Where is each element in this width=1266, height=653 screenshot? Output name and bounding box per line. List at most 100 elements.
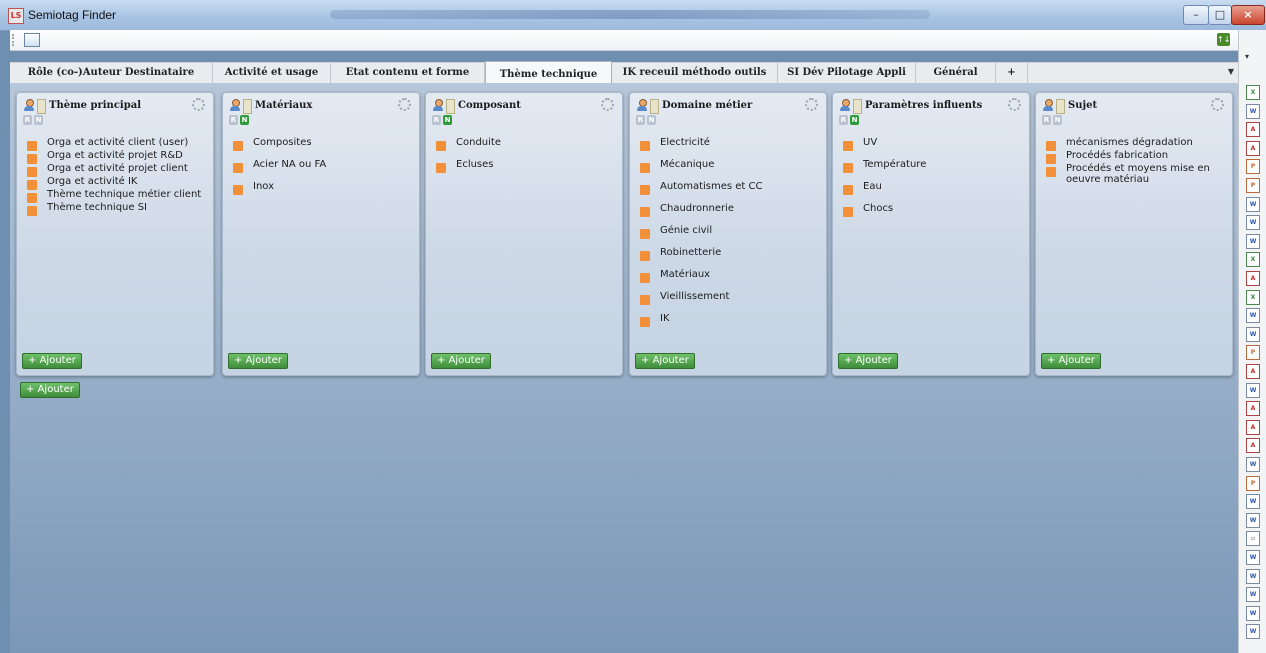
list-item[interactable]: UV bbox=[841, 137, 1021, 151]
add-item-button[interactable]: + Ajouter bbox=[228, 353, 288, 369]
add-item-button[interactable]: + Ajouter bbox=[838, 353, 898, 369]
tab-theme-technique[interactable]: Thème technique bbox=[485, 61, 612, 84]
list-item[interactable]: Matériaux bbox=[638, 269, 818, 283]
word-file-icon[interactable]: W bbox=[1246, 550, 1260, 565]
n-toggle[interactable]: N bbox=[240, 115, 249, 125]
word-file-icon[interactable]: W bbox=[1246, 494, 1260, 510]
pdf-file-icon[interactable]: A bbox=[1246, 401, 1260, 417]
list-item[interactable]: Procédés fabrication bbox=[1044, 150, 1224, 164]
list-item[interactable]: Robinetterie bbox=[638, 247, 818, 261]
list-item[interactable]: Orga et activité client (user) bbox=[25, 137, 205, 151]
column-title: Domaine métier bbox=[662, 100, 753, 111]
list-item[interactable]: Orga et activité IK bbox=[25, 176, 205, 190]
other-file-icon[interactable]: ▫ bbox=[1246, 531, 1260, 547]
tab-ik-receuil[interactable]: IK receuil méthodo outils bbox=[612, 63, 778, 83]
list-item[interactable]: Acier NA ou FA bbox=[231, 159, 411, 173]
add-column-button[interactable]: + Ajouter bbox=[20, 382, 80, 398]
r-toggle[interactable]: R bbox=[1042, 115, 1051, 125]
xls-file-icon[interactable]: X bbox=[1246, 289, 1260, 305]
list-item[interactable]: mécanismes dégradation bbox=[1044, 137, 1224, 151]
pdf-file-icon[interactable]: A bbox=[1246, 140, 1260, 156]
ppt-file-icon[interactable]: P bbox=[1246, 159, 1260, 175]
list-item[interactable]: Thème technique SI bbox=[25, 202, 205, 216]
word-file-icon[interactable]: W bbox=[1246, 103, 1260, 119]
tab-si-dev[interactable]: SI Dév Pilotage Appli bbox=[778, 63, 916, 83]
add-item-button[interactable]: + Ajouter bbox=[635, 353, 695, 369]
word-file-icon[interactable]: W bbox=[1246, 568, 1260, 584]
minimize-button[interactable]: – bbox=[1183, 5, 1209, 25]
word-file-icon[interactable]: W bbox=[1246, 457, 1260, 472]
add-item-button[interactable]: + Ajouter bbox=[22, 353, 82, 369]
word-file-icon[interactable]: W bbox=[1246, 196, 1260, 212]
pdf-file-icon[interactable]: A bbox=[1246, 122, 1260, 138]
n-toggle[interactable]: N bbox=[647, 115, 656, 125]
pdf-file-icon[interactable]: A bbox=[1246, 419, 1260, 435]
item-label: Acier NA ou FA bbox=[253, 159, 327, 170]
gear-icon[interactable] bbox=[1008, 98, 1021, 111]
n-toggle[interactable]: N bbox=[850, 115, 859, 125]
ppt-file-icon[interactable]: P bbox=[1246, 178, 1260, 193]
add-item-button[interactable]: + Ajouter bbox=[1041, 353, 1101, 369]
word-file-icon[interactable]: W bbox=[1246, 233, 1260, 249]
word-file-icon[interactable]: W bbox=[1246, 382, 1260, 398]
ppt-file-icon[interactable]: P bbox=[1246, 475, 1260, 491]
list-item[interactable]: Electricité bbox=[638, 137, 818, 151]
tab-add[interactable]: + bbox=[996, 63, 1028, 83]
tab-activite[interactable]: Activité et usage bbox=[213, 63, 331, 83]
r-toggle[interactable]: R bbox=[23, 115, 32, 125]
person-icon bbox=[229, 99, 240, 112]
list-item[interactable]: Conduite bbox=[434, 137, 614, 151]
list-item[interactable]: IK bbox=[638, 313, 818, 327]
n-toggle[interactable]: N bbox=[443, 115, 452, 125]
list-item[interactable]: Eau bbox=[841, 181, 1021, 195]
tab-overflow-dropdown-icon[interactable]: ▼ bbox=[1228, 67, 1234, 76]
gear-icon[interactable] bbox=[805, 98, 818, 111]
gear-icon[interactable] bbox=[192, 98, 205, 111]
word-file-icon[interactable]: W bbox=[1246, 308, 1260, 324]
list-item[interactable]: Inox bbox=[231, 181, 411, 195]
xls-file-icon[interactable]: X bbox=[1246, 85, 1260, 100]
word-file-icon[interactable]: W bbox=[1246, 326, 1260, 342]
maximize-button[interactable]: □ bbox=[1208, 5, 1232, 25]
pdf-file-icon[interactable]: A bbox=[1246, 438, 1260, 454]
r-toggle[interactable]: R bbox=[636, 115, 645, 125]
sort-icon[interactable]: ↑↓ bbox=[1217, 33, 1230, 46]
list-item[interactable]: Chaudronnerie bbox=[638, 203, 818, 217]
list-item[interactable]: Procédés et moyens mise en oeuvre matéri… bbox=[1044, 163, 1224, 185]
pdf-file-icon[interactable]: A bbox=[1246, 271, 1260, 286]
list-item[interactable]: Mécanique bbox=[638, 159, 818, 173]
list-item[interactable]: Automatismes et CC bbox=[638, 181, 818, 195]
gear-icon[interactable] bbox=[601, 98, 614, 111]
r-toggle[interactable]: R bbox=[839, 115, 848, 125]
word-file-icon[interactable]: W bbox=[1246, 215, 1260, 231]
list-item[interactable]: Génie civil bbox=[638, 225, 818, 239]
list-item[interactable]: Orga et activité projet R&D bbox=[25, 150, 205, 164]
word-file-icon[interactable]: W bbox=[1246, 624, 1260, 640]
list-item[interactable]: Ecluses bbox=[434, 159, 614, 173]
list-item[interactable]: Composites bbox=[231, 137, 411, 151]
tab-etat-contenu[interactable]: Etat contenu et forme bbox=[331, 63, 485, 83]
close-button[interactable]: × bbox=[1231, 5, 1265, 25]
tab-general[interactable]: Général bbox=[916, 63, 996, 83]
xls-file-icon[interactable]: X bbox=[1246, 252, 1260, 268]
view-list-icon[interactable] bbox=[24, 33, 40, 47]
list-item[interactable]: Chocs bbox=[841, 203, 1021, 217]
word-file-icon[interactable]: W bbox=[1246, 587, 1260, 603]
panel-menu-icon[interactable]: ▾ bbox=[1245, 52, 1257, 62]
n-toggle[interactable]: N bbox=[1053, 115, 1062, 125]
n-toggle[interactable]: N bbox=[34, 115, 43, 125]
r-toggle[interactable]: R bbox=[229, 115, 238, 125]
add-item-button[interactable]: + Ajouter bbox=[431, 353, 491, 369]
word-file-icon[interactable]: W bbox=[1246, 512, 1260, 528]
tab-role[interactable]: Rôle (co-)Auteur Destinataire bbox=[10, 63, 213, 83]
list-item[interactable]: Température bbox=[841, 159, 1021, 173]
list-item[interactable]: Orga et activité projet client bbox=[25, 163, 205, 177]
r-toggle[interactable]: R bbox=[432, 115, 441, 125]
ppt-file-icon[interactable]: P bbox=[1246, 345, 1260, 361]
word-file-icon[interactable]: W bbox=[1246, 605, 1260, 621]
list-item[interactable]: Thème technique métier client bbox=[25, 189, 205, 203]
pdf-file-icon[interactable]: A bbox=[1246, 364, 1260, 379]
gear-icon[interactable] bbox=[398, 98, 411, 111]
list-item[interactable]: Vieillissement bbox=[638, 291, 818, 305]
gear-icon[interactable] bbox=[1211, 98, 1224, 111]
